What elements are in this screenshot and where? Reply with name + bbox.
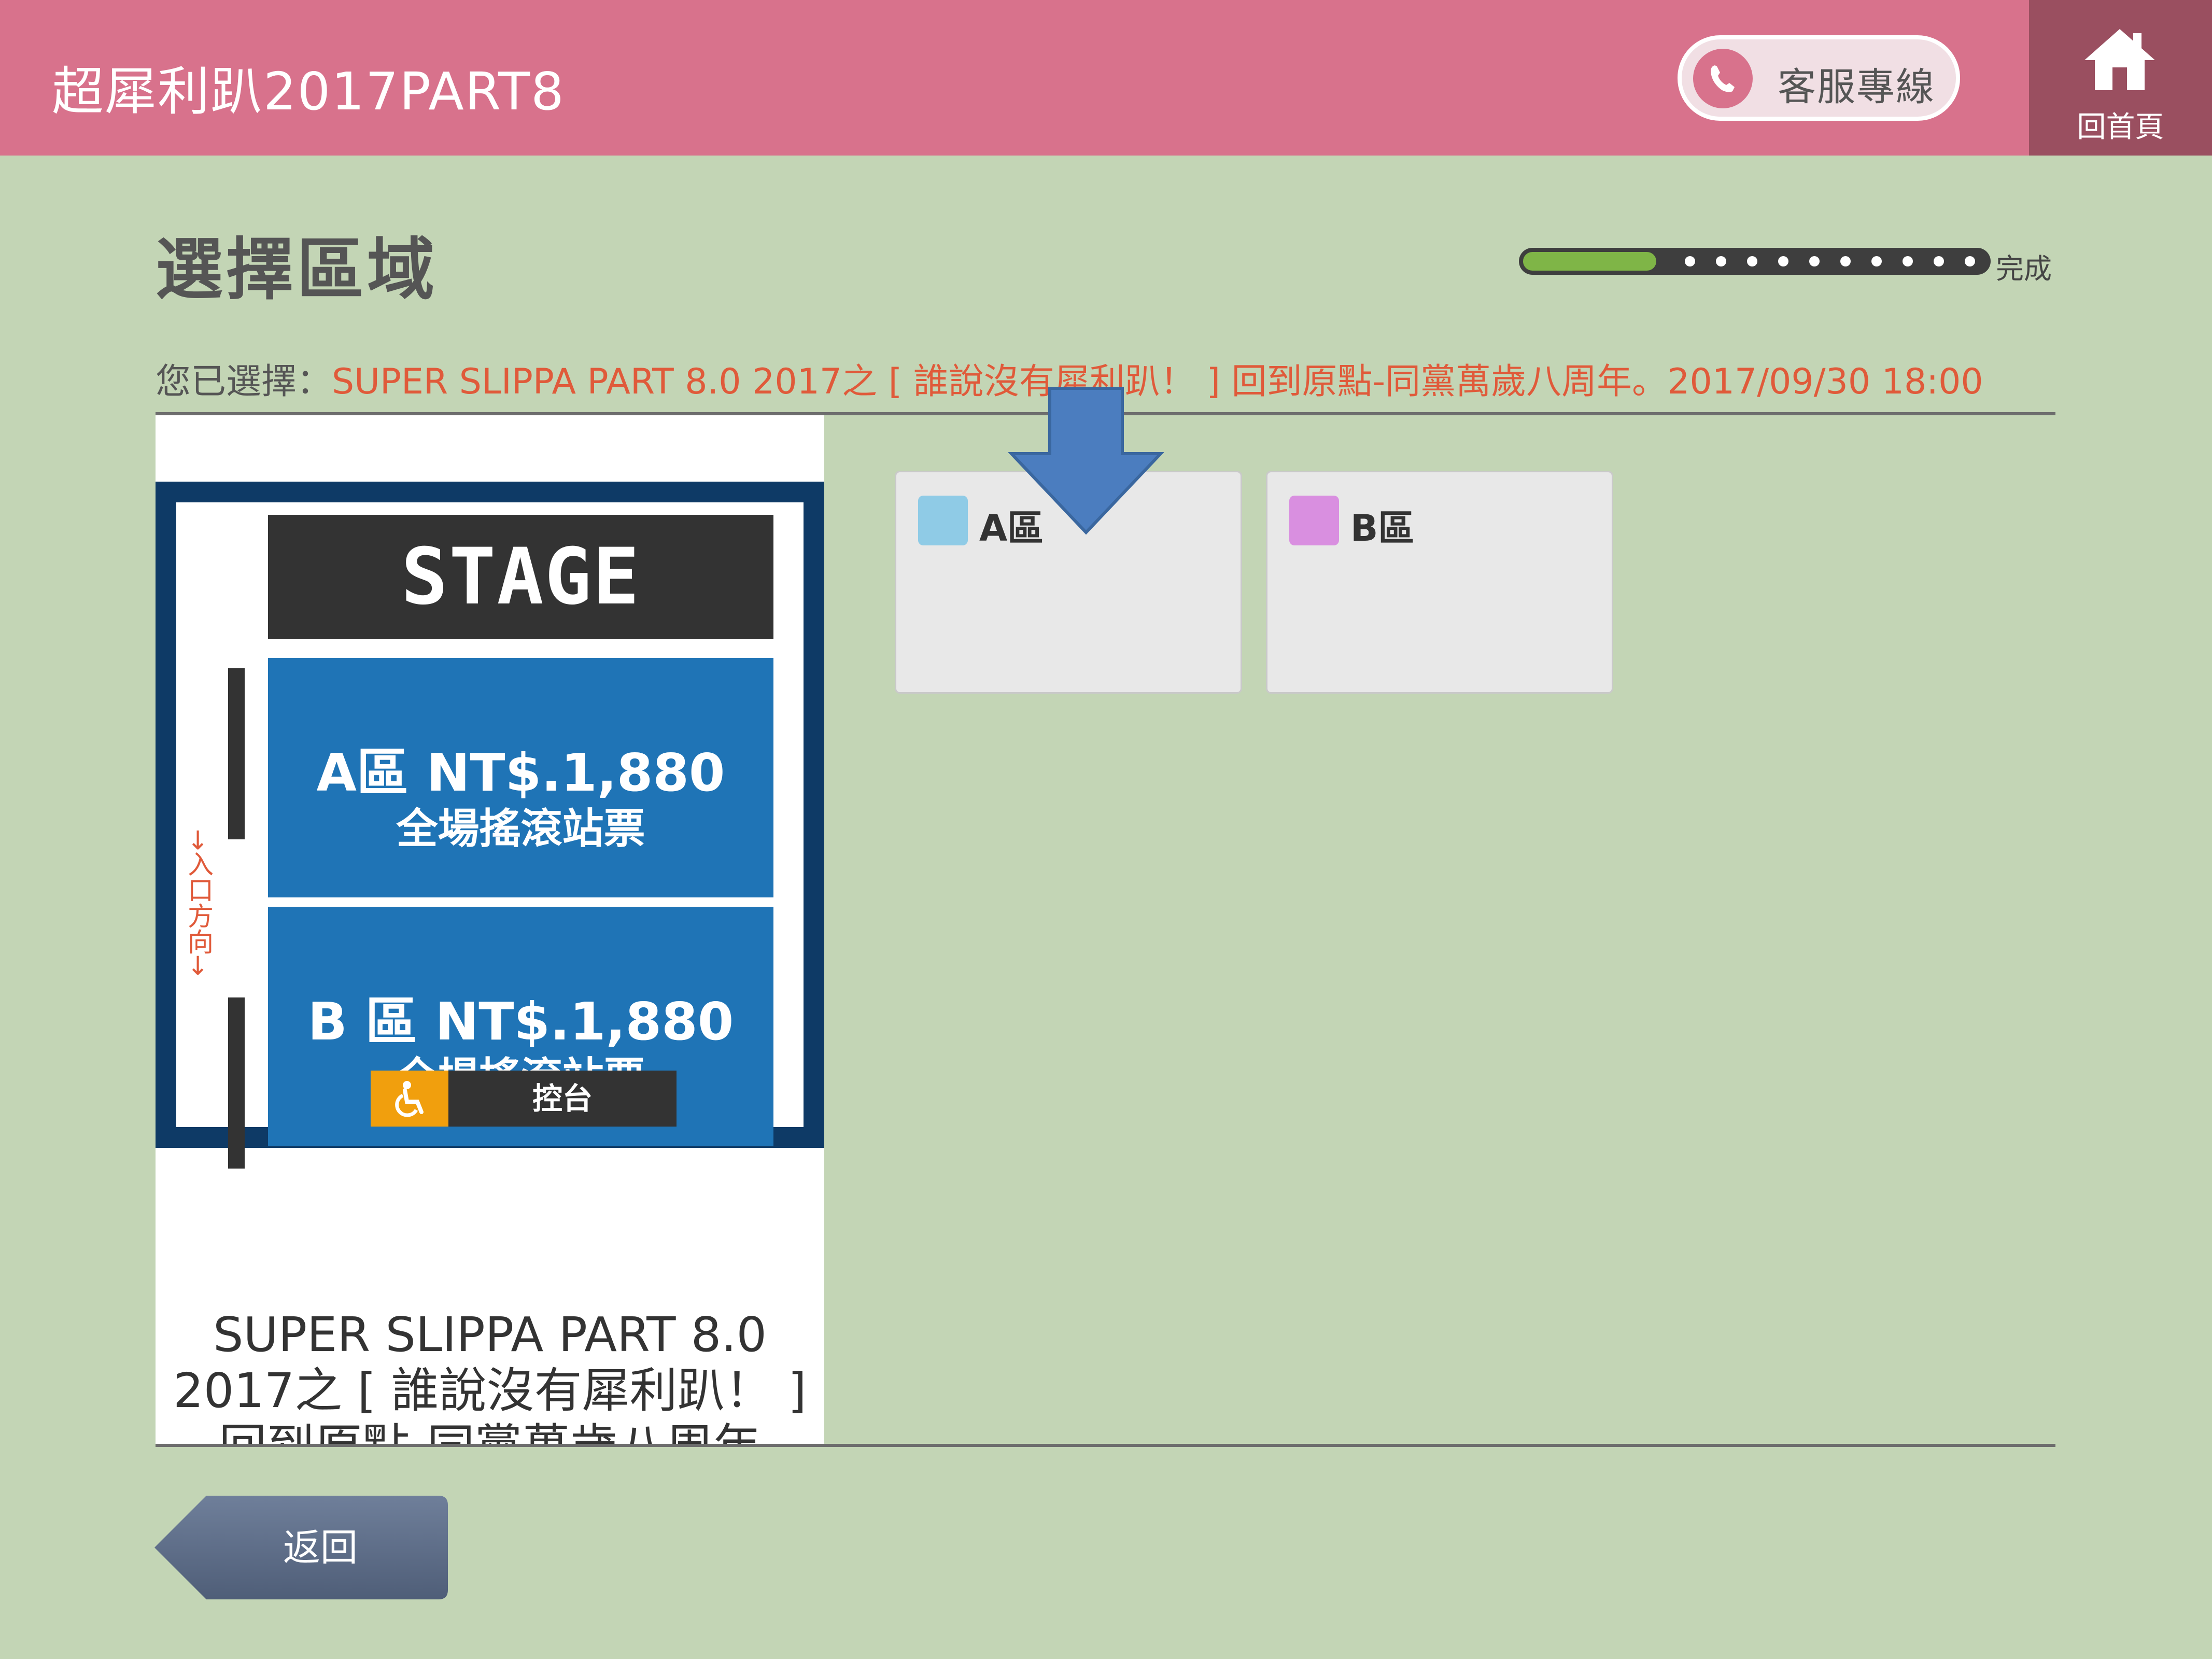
customer-service-label: 客服專線 <box>1778 65 1935 109</box>
seat-map-frame: STAGE →入口方向→ A區 NT$.1,880 全場搖滾站票 B 區 NT$… <box>156 482 824 1169</box>
wheelchair-icon <box>371 1071 448 1127</box>
arrow-down-icon <box>1008 387 1164 535</box>
stage-label: STAGE <box>268 515 773 639</box>
top-header: 超犀利趴2017PART8 客服專線 回首頁 <box>0 0 2212 156</box>
progress-step-dot <box>1934 256 1944 266</box>
zone-a-map: A區 NT$.1,880 全場搖滾站票 <box>268 658 773 897</box>
progress-complete-label: 完成 <box>1996 252 2052 285</box>
area-b-button[interactable]: B區 <box>1266 471 1613 694</box>
progress-step-dot <box>1747 256 1757 266</box>
progress-step-dot <box>1778 256 1788 266</box>
progress-step-dot <box>1903 256 1913 266</box>
entrance-direction-label: →入口方向→ <box>184 829 214 976</box>
customer-service-button[interactable]: 客服專線 <box>1678 35 1960 121</box>
progress-step-dot <box>1809 256 1820 266</box>
progress-fill <box>1523 252 1656 271</box>
progress-step-dot <box>1716 256 1726 266</box>
zone-a-ticket-type: 全場搖滾站票 <box>396 805 645 853</box>
selected-label: 您已選擇： <box>156 361 332 402</box>
progress-step-dot <box>1965 256 1975 266</box>
event-description: SUPER SLIPPA PART 8.0 2017之 [ 誰說沒有犀利趴！ ]… <box>173 1307 807 1444</box>
back-button[interactable]: 返回 <box>154 1496 448 1599</box>
console-area: 控台 <box>371 1071 677 1127</box>
seat-map-panel: STAGE →入口方向→ A區 NT$.1,880 全場搖滾站票 B 區 NT$… <box>156 415 824 1444</box>
divider <box>156 1444 2055 1447</box>
zone-a-price: A區 NT$.1,880 <box>316 742 725 803</box>
home-button[interactable]: 回首頁 <box>2029 0 2212 156</box>
home-icon <box>2084 29 2155 90</box>
home-label: 回首頁 <box>2077 110 2164 144</box>
venue-wall <box>228 997 245 1169</box>
seat-map: STAGE →入口方向→ A區 NT$.1,880 全場搖滾站票 B 區 NT$… <box>176 502 804 1169</box>
back-label: 返回 <box>283 1526 358 1569</box>
progress-step-dot <box>1685 256 1695 266</box>
phone-icon <box>1693 49 1753 108</box>
progress-step-dot <box>1840 256 1851 266</box>
zone-b-price: B 區 NT$.1,880 <box>307 991 734 1052</box>
app-title: 超犀利趴2017PART8 <box>52 61 565 122</box>
page-title: 選擇區域 <box>156 230 438 309</box>
progress-step-dot <box>1871 256 1882 266</box>
progress-bar <box>1519 248 1991 275</box>
area-b-label: B區 <box>1350 507 1415 550</box>
area-a-color-swatch <box>918 496 968 545</box>
venue-wall <box>228 668 245 839</box>
console-label: 控台 <box>532 1081 593 1116</box>
area-b-color-swatch <box>1289 496 1339 545</box>
